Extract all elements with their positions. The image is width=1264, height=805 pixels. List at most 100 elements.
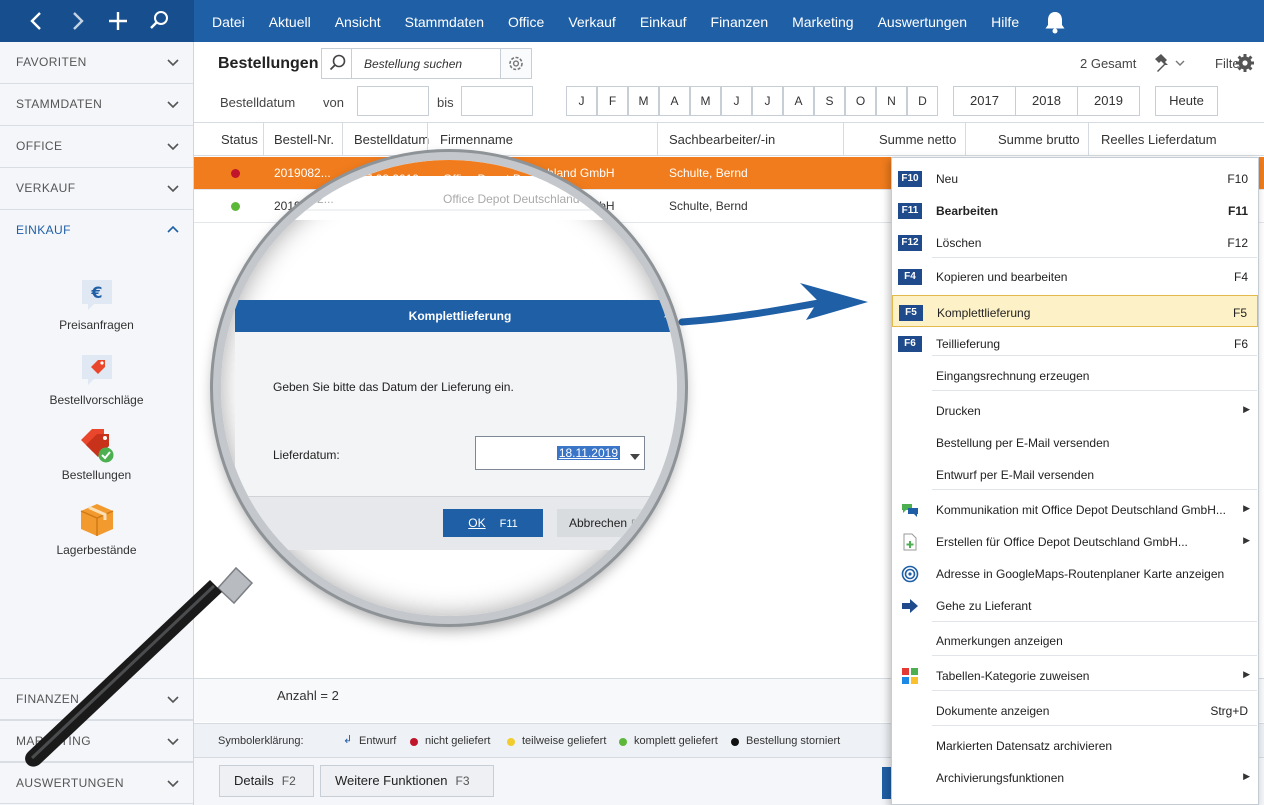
chevron-down-icon[interactable] xyxy=(630,449,640,460)
column-header[interactable]: Summe netto xyxy=(879,132,956,147)
sidebar-section[interactable]: STAMMDATEN xyxy=(0,84,193,126)
sidebar-section[interactable]: OFFICE xyxy=(0,126,193,168)
search-icon[interactable] xyxy=(144,6,174,36)
context-menu-item[interactable]: Anmerkungen anzeigen xyxy=(892,624,1258,656)
column-header[interactable]: Summe brutto xyxy=(998,132,1080,147)
context-menu-item[interactable]: Erstellen für Office Depot Deutschland G… xyxy=(892,525,1258,557)
menu-item[interactable]: Datei xyxy=(200,0,257,42)
context-menu-item[interactable]: Gehe zu Lieferant xyxy=(892,589,1258,621)
to-label: bis xyxy=(437,95,454,110)
details-button[interactable]: Details F2 xyxy=(219,765,314,797)
menu-item[interactable]: Stammdaten xyxy=(393,0,496,42)
menu-item[interactable]: Office xyxy=(496,0,556,42)
month-button[interactable]: O xyxy=(845,86,876,116)
month-button[interactable]: J xyxy=(721,86,752,116)
chevron-down-icon[interactable] xyxy=(167,182,179,194)
month-button[interactable]: N xyxy=(876,86,907,116)
pin-icon[interactable] xyxy=(1152,52,1185,74)
column-header[interactable]: Firmenname xyxy=(440,132,513,147)
close-icon[interactable]: × xyxy=(663,307,671,322)
context-menu-item[interactable]: F11 Bearbeiten F11 xyxy=(892,194,1258,226)
column-header[interactable]: Bestelldatum xyxy=(354,132,429,147)
menu-item[interactable]: Verkauf xyxy=(556,0,627,42)
date-from-input[interactable] xyxy=(357,86,429,116)
context-menu-item[interactable]: F10 Neu F10 xyxy=(892,162,1258,194)
month-button[interactable]: F xyxy=(597,86,628,116)
sidebar-section[interactable]: VERKAUF xyxy=(0,168,193,210)
menu-item[interactable]: Einkauf xyxy=(628,0,699,42)
menu-item[interactable]: Hilfe xyxy=(979,0,1031,42)
sidebar-section[interactable]: FINANZEN xyxy=(0,678,193,720)
shortcut-key-badge: F10 xyxy=(898,171,922,187)
cancel-button[interactable]: Abbrechen F12 xyxy=(557,509,667,537)
sidebar-section[interactable]: MARKETING xyxy=(0,720,193,762)
context-menu-item[interactable]: Dokumente anzeigen Strg+D xyxy=(892,694,1258,726)
context-menu-item[interactable]: Archivierungsfunktionen ▶ xyxy=(892,761,1258,793)
column-header[interactable]: Sachbearbeiter/-in xyxy=(669,132,775,147)
sidebar-item-bestellvorschlaege[interactable]: Bestellvorschläge xyxy=(0,351,193,421)
sidebar-section[interactable]: FAVORITEN xyxy=(0,42,193,84)
context-menu-item[interactable]: F4 Kopieren und bearbeiten F4 xyxy=(892,260,1258,292)
month-button[interactable]: M xyxy=(628,86,659,116)
sidebar-item-lagerbestaende[interactable]: Lagerbestände xyxy=(0,501,193,571)
back-icon[interactable] xyxy=(22,6,52,36)
month-button[interactable]: J xyxy=(566,86,597,116)
menu-item[interactable]: Auswertungen xyxy=(866,0,980,42)
column-header[interactable]: Bestell-Nr. xyxy=(274,132,334,147)
month-button[interactable]: A xyxy=(659,86,690,116)
sidebar-section[interactable]: EINKAUF xyxy=(0,210,193,252)
chevron-down-icon[interactable] xyxy=(167,140,179,152)
shortcut-key-badge: F4 xyxy=(898,269,922,285)
month-button[interactable]: S xyxy=(814,86,845,116)
sidebar-item-bestellungen[interactable]: Bestellungen xyxy=(0,426,193,496)
chevron-up-icon[interactable] xyxy=(167,224,179,236)
more-functions-button[interactable]: Weitere Funktionen F3 xyxy=(320,765,494,797)
main-menu: Datei Aktuell Ansicht Stammdaten Office Verka… xyxy=(200,0,1031,42)
lens-company: Office Depot Deutschland GmbH xyxy=(443,172,618,186)
month-button[interactable]: D xyxy=(907,86,938,116)
sidebar-section[interactable]: AUSWERTUNGEN xyxy=(0,762,193,804)
menu-item[interactable]: Finanzen xyxy=(699,0,781,42)
menu-item[interactable]: Marketing xyxy=(780,0,865,42)
delivery-date-field[interactable]: 18.11.2019 xyxy=(475,436,645,470)
chevron-down-icon[interactable] xyxy=(167,693,179,705)
context-menu-item[interactable]: Bestellung per E-Mail versenden xyxy=(892,426,1258,458)
month-button[interactable]: M xyxy=(690,86,721,116)
dialog-header: Komplettlieferung × xyxy=(235,300,677,332)
ok-button[interactable]: OK F11 xyxy=(443,509,543,537)
year-button[interactable]: 2017 xyxy=(953,86,1016,116)
forward-icon[interactable] xyxy=(62,6,92,36)
legend-label: komplett geliefert xyxy=(634,735,718,747)
context-menu-item[interactable]: F12 Löschen F12 xyxy=(892,226,1258,258)
year-button[interactable]: 2019 xyxy=(1077,86,1140,116)
context-menu-item[interactable]: Drucken ▶ xyxy=(892,394,1258,426)
chevron-down-icon[interactable] xyxy=(167,98,179,110)
date-to-input[interactable] xyxy=(461,86,533,116)
context-menu-item[interactable]: Kommunikation mit Office Depot Deutschla… xyxy=(892,493,1258,525)
context-menu-item[interactable]: Adresse in GoogleMaps-Routenplaner Karte… xyxy=(892,557,1258,589)
context-menu-item[interactable]: Eingangsrechnung erzeugen xyxy=(892,359,1258,391)
context-menu-label: Neu xyxy=(936,172,959,186)
sidebar-item-preisanfragen[interactable]: € Preisanfragen xyxy=(0,276,193,346)
search-icon[interactable] xyxy=(322,49,352,78)
year-button[interactable]: 2018 xyxy=(1015,86,1078,116)
chevron-down-icon[interactable] xyxy=(167,735,179,747)
chevron-down-icon[interactable] xyxy=(167,777,179,789)
chevron-down-icon[interactable] xyxy=(167,56,179,68)
context-menu-item[interactable]: F5 Komplettlieferung F5 xyxy=(892,295,1258,327)
context-menu-item[interactable]: Entwurf per E-Mail versenden xyxy=(892,458,1258,490)
month-button[interactable]: J xyxy=(752,86,783,116)
today-button[interactable]: Heute xyxy=(1155,86,1218,116)
notification-bell-icon[interactable] xyxy=(1042,9,1068,35)
month-button[interactable]: A xyxy=(783,86,814,116)
column-divider xyxy=(657,123,658,155)
menu-item[interactable]: Aktuell xyxy=(257,0,323,42)
add-icon[interactable] xyxy=(103,6,133,36)
filter-gear-icon[interactable] xyxy=(1235,53,1255,73)
column-header[interactable]: Reelles Lieferdatum xyxy=(1101,132,1217,147)
context-menu-item[interactable]: Tabellen-Kategorie zuweisen ▶ xyxy=(892,659,1258,691)
search-settings-gear-icon[interactable] xyxy=(500,48,532,79)
menu-item[interactable]: Ansicht xyxy=(323,0,393,42)
context-menu-item[interactable]: Markierten Datensatz archivieren xyxy=(892,729,1258,761)
column-header[interactable]: Status xyxy=(221,132,258,147)
